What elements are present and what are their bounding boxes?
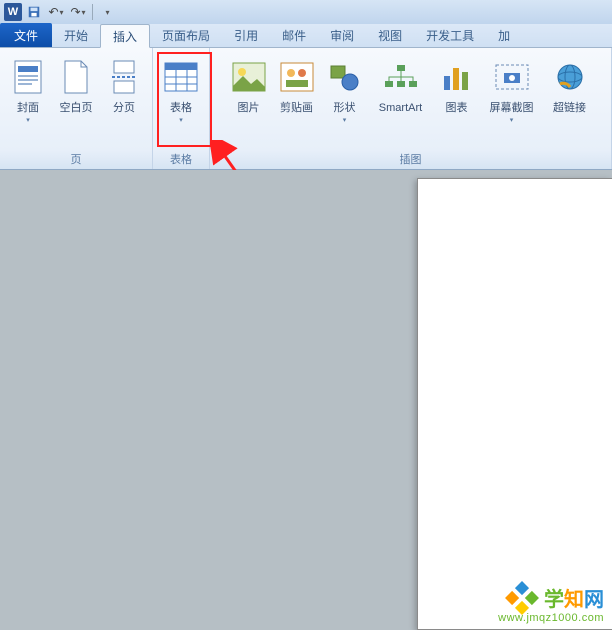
qat-undo-button[interactable]: ↶▾ — [46, 3, 66, 21]
blank-page-button[interactable]: 空白页 — [54, 52, 98, 119]
watermark-brand: 学知网 — [498, 582, 604, 612]
qat-redo-button[interactable]: ↷▾ — [68, 3, 88, 21]
ribbon-tabs: 文件 开始 插入 页面布局 引用 邮件 审阅 视图 开发工具 加 — [0, 24, 612, 48]
tab-home[interactable]: 开始 — [52, 23, 100, 47]
word-app-icon: W — [4, 3, 22, 21]
button-label: 空白页 — [60, 102, 93, 115]
button-label: 形状 — [334, 102, 356, 115]
tab-view[interactable]: 视图 — [366, 23, 414, 47]
tab-file[interactable]: 文件 — [0, 23, 52, 47]
tab-insert[interactable]: 插入 — [100, 24, 150, 48]
chart-button[interactable]: 图表 — [435, 52, 479, 119]
tab-page-layout[interactable]: 页面布局 — [150, 23, 222, 47]
cover-page-button[interactable]: 封面 ▾ — [6, 52, 50, 128]
tab-references[interactable]: 引用 — [222, 23, 270, 47]
screenshot-button[interactable]: 屏幕截图 ▾ — [483, 52, 541, 128]
watermark-url: www.jmqz1000.com — [498, 612, 604, 624]
chevron-down-icon: ▾ — [343, 116, 347, 124]
shapes-icon — [328, 56, 362, 98]
ribbon: 封面 ▾ 空白页 分页 页 表 — [0, 48, 612, 170]
button-label: 图片 — [238, 102, 260, 115]
table-button[interactable]: 表格 ▾ — [159, 52, 203, 128]
watermark-logo-icon — [505, 581, 539, 615]
tab-developer[interactable]: 开发工具 — [414, 23, 486, 47]
button-label: 超链接 — [553, 102, 586, 115]
table-icon — [164, 56, 198, 98]
picture-button[interactable]: 图片 — [227, 52, 271, 119]
clipart-icon — [280, 56, 314, 98]
chevron-down-icon: ▾ — [82, 8, 86, 17]
tab-addins[interactable]: 加 — [486, 23, 522, 47]
tab-mailings[interactable]: 邮件 — [270, 23, 318, 47]
button-label: 屏幕截图 — [490, 102, 534, 115]
smartart-icon — [383, 56, 419, 98]
blank-page-icon — [62, 56, 90, 98]
picture-icon — [232, 56, 266, 98]
watermark: 学知网 www.jmqz1000.com — [498, 582, 604, 624]
chevron-down-icon: ▾ — [179, 116, 183, 124]
shapes-button[interactable]: 形状 ▾ — [323, 52, 367, 128]
qat-separator — [92, 4, 93, 20]
qat-customize-button[interactable]: ▾ — [97, 3, 117, 21]
qat-save-button[interactable] — [24, 3, 44, 21]
group-pages: 封面 ▾ 空白页 分页 页 — [0, 48, 153, 169]
group-label: 页 — [71, 149, 82, 167]
hyperlink-icon — [555, 56, 585, 98]
chevron-down-icon: ▾ — [105, 8, 109, 17]
group-items: 封面 ▾ 空白页 分页 — [6, 52, 146, 149]
button-label: SmartArt — [379, 102, 422, 115]
tab-review[interactable]: 审阅 — [318, 23, 366, 47]
group-label: 插图 — [400, 149, 422, 167]
group-items: 表格 ▾ — [159, 52, 203, 149]
button-label: 表格 — [170, 102, 192, 115]
button-label: 封面 — [17, 102, 39, 115]
chart-icon — [441, 56, 473, 98]
smartart-button[interactable]: SmartArt — [371, 52, 431, 119]
hyperlink-button[interactable]: 超链接 — [545, 52, 595, 119]
button-label: 分页 — [113, 102, 135, 115]
document-area — [0, 170, 612, 630]
screenshot-icon — [494, 56, 530, 98]
chevron-down-icon: ▾ — [60, 8, 64, 17]
page-break-icon — [110, 56, 138, 98]
cover-page-icon — [14, 56, 42, 98]
group-illustrations: 图片 剪贴画 形状 ▾ SmartArt — [210, 48, 612, 169]
document-page[interactable] — [417, 178, 612, 630]
button-label: 图表 — [446, 102, 468, 115]
title-bar: W ↶▾ ↷▾ ▾ — [0, 0, 612, 24]
group-tables: 表格 ▾ 表格 — [153, 48, 210, 169]
group-items: 图片 剪贴画 形状 ▾ SmartArt — [227, 52, 595, 149]
button-label: 剪贴画 — [280, 102, 313, 115]
chevron-down-icon: ▾ — [510, 116, 514, 124]
group-label: 表格 — [170, 149, 192, 167]
clipart-button[interactable]: 剪贴画 — [275, 52, 319, 119]
page-break-button[interactable]: 分页 — [102, 52, 146, 119]
chevron-down-icon: ▾ — [26, 116, 30, 124]
